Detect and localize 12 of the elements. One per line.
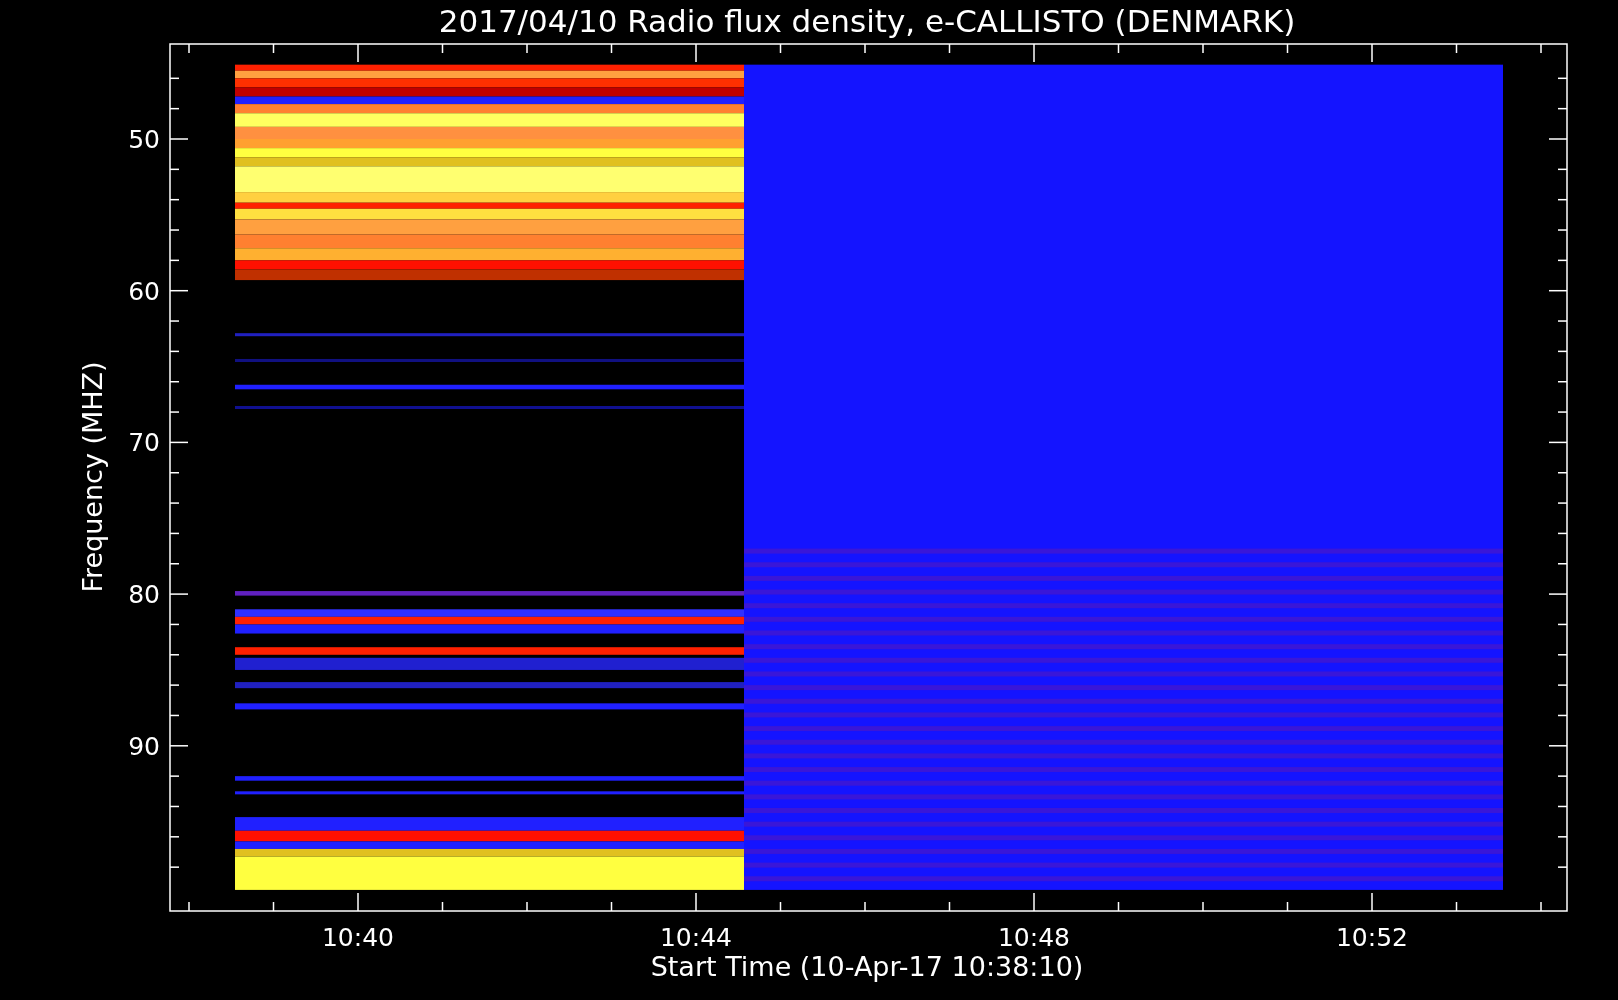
y-tick-label: 80: [128, 580, 160, 610]
y-tick-label: 50: [128, 125, 160, 154]
x-tick-label: 10:44: [660, 923, 732, 952]
x-axis-label: Start Time (10-Apr-17 10:38:10): [650, 951, 1084, 982]
y-tick-label: 60: [128, 276, 160, 306]
x-tick-label: 10:52: [1336, 923, 1408, 952]
x-tick-label: 10:40: [322, 923, 394, 952]
x-tick-label: 10:48: [998, 923, 1070, 952]
y-tick-label: 70: [128, 428, 160, 458]
plot-title: 2017/04/10 Radio flux density, e-CALLISTO (DENMARK): [438, 3, 1296, 39]
y-axis-label: Frequency (MHZ): [77, 361, 108, 593]
y-tick-label: 90: [128, 731, 160, 761]
